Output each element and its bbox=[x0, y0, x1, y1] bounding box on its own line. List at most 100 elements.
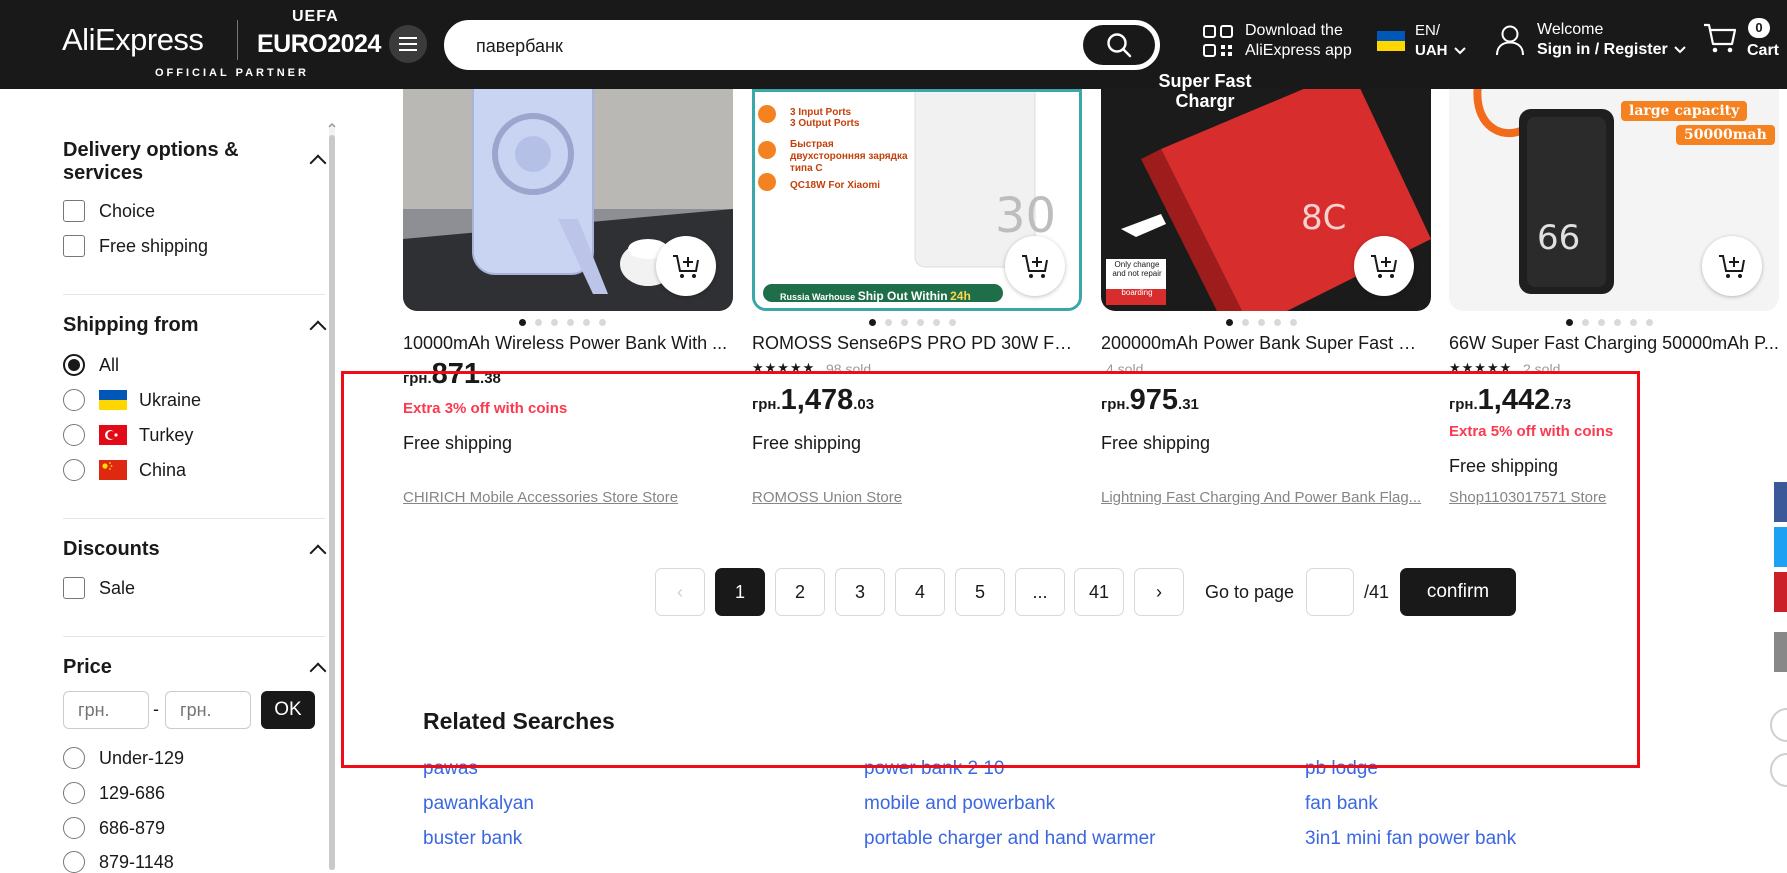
next-page-button[interactable]: › bbox=[1134, 568, 1184, 616]
checkbox[interactable] bbox=[63, 200, 85, 222]
top-header: AliExpress UEFA EURO2024 OFFICIAL PARTNE… bbox=[0, 0, 1787, 89]
price-min-input[interactable] bbox=[63, 691, 149, 729]
image-label: QC18W For Xiaomi bbox=[790, 180, 881, 191]
collapse-delivery-icon[interactable] bbox=[309, 154, 327, 172]
page-button-1[interactable]: 1 bbox=[715, 568, 765, 616]
store-link[interactable]: Lightning Fast Charging And Power Bank F… bbox=[1101, 489, 1426, 506]
image-carousel-dots[interactable] bbox=[1226, 319, 1297, 326]
related-search-link[interactable]: 3in1 mini fan power bank bbox=[1305, 828, 1516, 850]
search-button[interactable] bbox=[1083, 25, 1155, 65]
price-range-option[interactable]: 129-686 bbox=[63, 782, 165, 804]
product-title[interactable]: 200000mAh Power Bank Super Fast Ch... bbox=[1101, 333, 1426, 354]
price-range-option[interactable]: 686-879 bbox=[63, 817, 165, 839]
rating-stars: ★★★★★ bbox=[752, 360, 816, 375]
price-ok-button[interactable]: OK bbox=[261, 691, 315, 729]
related-search-link[interactable]: power bank 2 10 bbox=[864, 758, 1005, 780]
radio-button[interactable] bbox=[63, 354, 85, 376]
side-tool-button[interactable] bbox=[1770, 753, 1787, 787]
banner-text: Ship Out Within bbox=[857, 289, 948, 303]
filter-choice[interactable]: Choice bbox=[63, 200, 155, 222]
filter-free-shipping[interactable]: Free shipping bbox=[63, 235, 208, 257]
facebook-share-button[interactable] bbox=[1774, 482, 1787, 522]
prev-page-button[interactable]: ‹ bbox=[655, 568, 705, 616]
menu-button[interactable] bbox=[389, 25, 427, 63]
delivery-options-title: Delivery options & services bbox=[63, 139, 239, 185]
page-ellipsis-button[interactable]: ... bbox=[1015, 568, 1065, 616]
related-search-link[interactable]: pawas bbox=[423, 758, 478, 780]
related-search-link[interactable]: mobile and powerbank bbox=[864, 793, 1055, 815]
go-to-page-input[interactable] bbox=[1306, 568, 1354, 616]
radio-button[interactable] bbox=[63, 782, 85, 804]
side-tool-button[interactable] bbox=[1770, 708, 1787, 742]
related-search-link[interactable]: pawankalyan bbox=[423, 793, 534, 815]
related-search-link[interactable]: buster bank bbox=[423, 828, 522, 850]
sidebar-scrollbar-thumb[interactable] bbox=[329, 135, 335, 870]
shipping-info: Free shipping bbox=[1101, 433, 1211, 453]
price-int: 975 bbox=[1129, 384, 1179, 416]
checkbox[interactable] bbox=[63, 235, 85, 257]
add-to-cart-icon bbox=[1022, 255, 1048, 278]
add-to-cart-button[interactable] bbox=[1354, 236, 1414, 296]
page-button-3[interactable]: 3 bbox=[835, 568, 885, 616]
price-range-option[interactable]: Under-129 bbox=[63, 747, 184, 769]
related-search-link[interactable]: fan bank bbox=[1305, 793, 1378, 815]
radio-button[interactable] bbox=[63, 817, 85, 839]
share-more-button[interactable] bbox=[1774, 632, 1787, 672]
store-link[interactable]: Shop1103017571 Store bbox=[1449, 489, 1774, 506]
add-to-cart-button[interactable] bbox=[656, 236, 716, 296]
add-to-cart-button[interactable] bbox=[1702, 236, 1762, 296]
coins-discount: Extra 3% off with coins bbox=[403, 400, 568, 417]
store-link[interactable]: CHIRICH Mobile Accessories Store Store bbox=[403, 489, 728, 506]
cart-button[interactable] bbox=[1703, 22, 1737, 59]
add-to-cart-button[interactable] bbox=[1005, 236, 1065, 296]
signin-register-link[interactable]: Sign in / Register bbox=[1537, 40, 1668, 60]
confirm-page-button[interactable]: confirm bbox=[1400, 568, 1516, 616]
filter-sale[interactable]: Sale bbox=[63, 577, 135, 599]
free-shipping-label: Free shipping bbox=[99, 235, 209, 256]
twitter-share-button[interactable] bbox=[1774, 527, 1787, 567]
image-carousel-dots[interactable] bbox=[869, 319, 956, 326]
store-link[interactable]: ROMOSS Union Store bbox=[752, 489, 1077, 506]
shipping-from-turkey[interactable]: Turkey bbox=[63, 424, 193, 446]
collapse-price-icon[interactable] bbox=[309, 662, 327, 680]
currency-label: UAH bbox=[1415, 42, 1448, 59]
related-search-link[interactable]: pb lodge bbox=[1305, 758, 1378, 780]
account-menu[interactable]: Welcome Sign in / Register bbox=[1495, 20, 1687, 60]
image-badge: 50000mah bbox=[1676, 125, 1775, 145]
radio-button[interactable] bbox=[63, 389, 85, 411]
search-input[interactable] bbox=[446, 22, 1098, 70]
image-carousel-dots[interactable] bbox=[519, 319, 606, 326]
sale-label: Sale bbox=[99, 577, 136, 598]
radio-button[interactable] bbox=[63, 424, 85, 446]
image-carousel-dots[interactable] bbox=[1566, 319, 1653, 326]
page-button-last[interactable]: 41 bbox=[1074, 568, 1124, 616]
scroll-up-arrow-icon[interactable] bbox=[328, 122, 336, 128]
product-title[interactable]: 66W Super Fast Charging 50000mAh P... bbox=[1449, 333, 1779, 354]
shipping-from-china[interactable]: China bbox=[63, 459, 186, 481]
download-app-line1: Download the bbox=[1245, 22, 1343, 39]
collapse-shipping-icon[interactable] bbox=[309, 320, 327, 338]
language-currency-selector[interactable]: EN/ UAH bbox=[1377, 21, 1467, 61]
logo-divider bbox=[237, 20, 238, 60]
shipping-from-ukraine[interactable]: Ukraine bbox=[63, 389, 201, 411]
related-search-link[interactable]: portable charger and hand warmer bbox=[864, 828, 1156, 850]
radio-button[interactable] bbox=[63, 459, 85, 481]
cart-label[interactable]: Cart bbox=[1747, 42, 1779, 60]
page-button-5[interactable]: 5 bbox=[955, 568, 1005, 616]
price-max-input[interactable] bbox=[165, 691, 251, 729]
currency: грн. bbox=[403, 370, 432, 387]
pinterest-share-button[interactable] bbox=[1774, 572, 1787, 612]
radio-button[interactable] bbox=[63, 747, 85, 769]
ukraine-flag-icon bbox=[1377, 31, 1405, 51]
download-app-link[interactable]: Download the AliExpress app bbox=[1203, 21, 1352, 61]
page-button-2[interactable]: 2 bbox=[775, 568, 825, 616]
total-pages-label: /41 bbox=[1364, 582, 1390, 602]
china-label: China bbox=[139, 459, 187, 480]
collapse-discounts-icon[interactable] bbox=[309, 544, 327, 562]
page-button-4[interactable]: 4 bbox=[895, 568, 945, 616]
product-title[interactable]: ROMOSS Sense6PS PRO PD 30W Fast ... bbox=[752, 333, 1077, 354]
aliexpress-logo[interactable]: AliExpress bbox=[62, 22, 204, 58]
checkbox[interactable] bbox=[63, 577, 85, 599]
product-title[interactable]: 10000mAh Wireless Power Bank With ... bbox=[403, 333, 728, 354]
shipping-from-all[interactable]: All bbox=[63, 354, 119, 376]
